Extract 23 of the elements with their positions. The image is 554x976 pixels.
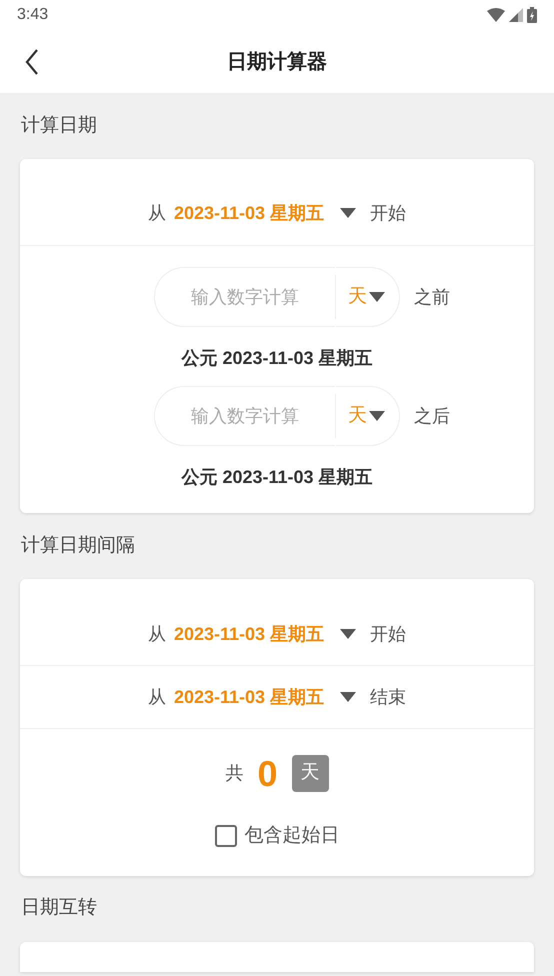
caret-icon: [340, 208, 356, 218]
status-time: 3:43: [17, 5, 48, 25]
checkbox-label: 包含起始日: [244, 824, 340, 848]
section-title: 计算日期间隔: [20, 534, 136, 558]
date-picker-row[interactable]: 从 2023-11-03 星期五 结束: [20, 666, 534, 728]
total-label: 共: [225, 762, 244, 785]
date-picker-row[interactable]: 从 2023-11-03 星期五 开始: [20, 159, 534, 245]
direction-label: 之后: [414, 404, 451, 428]
signal-icon: [509, 8, 523, 22]
result-date: 公元 2023-11-03 星期五: [181, 466, 373, 489]
date-picker-row[interactable]: 从 2023-11-03 星期五 开始: [20, 579, 534, 665]
page-title: 日期计算器: [227, 50, 327, 74]
caret-icon: [340, 629, 356, 639]
caret-icon: [340, 692, 356, 702]
result-date: 公元 2023-11-03 星期五: [181, 347, 373, 370]
wifi-icon: [487, 8, 505, 22]
unit-selector[interactable]: 天: [292, 755, 329, 792]
total-value: 0: [257, 756, 278, 792]
battery-icon: [527, 7, 537, 23]
checkbox[interactable]: [214, 825, 236, 848]
section-title: 计算日期: [20, 114, 98, 138]
direction-label: 之前: [414, 286, 451, 308]
section-title: 日期互转: [20, 896, 98, 920]
